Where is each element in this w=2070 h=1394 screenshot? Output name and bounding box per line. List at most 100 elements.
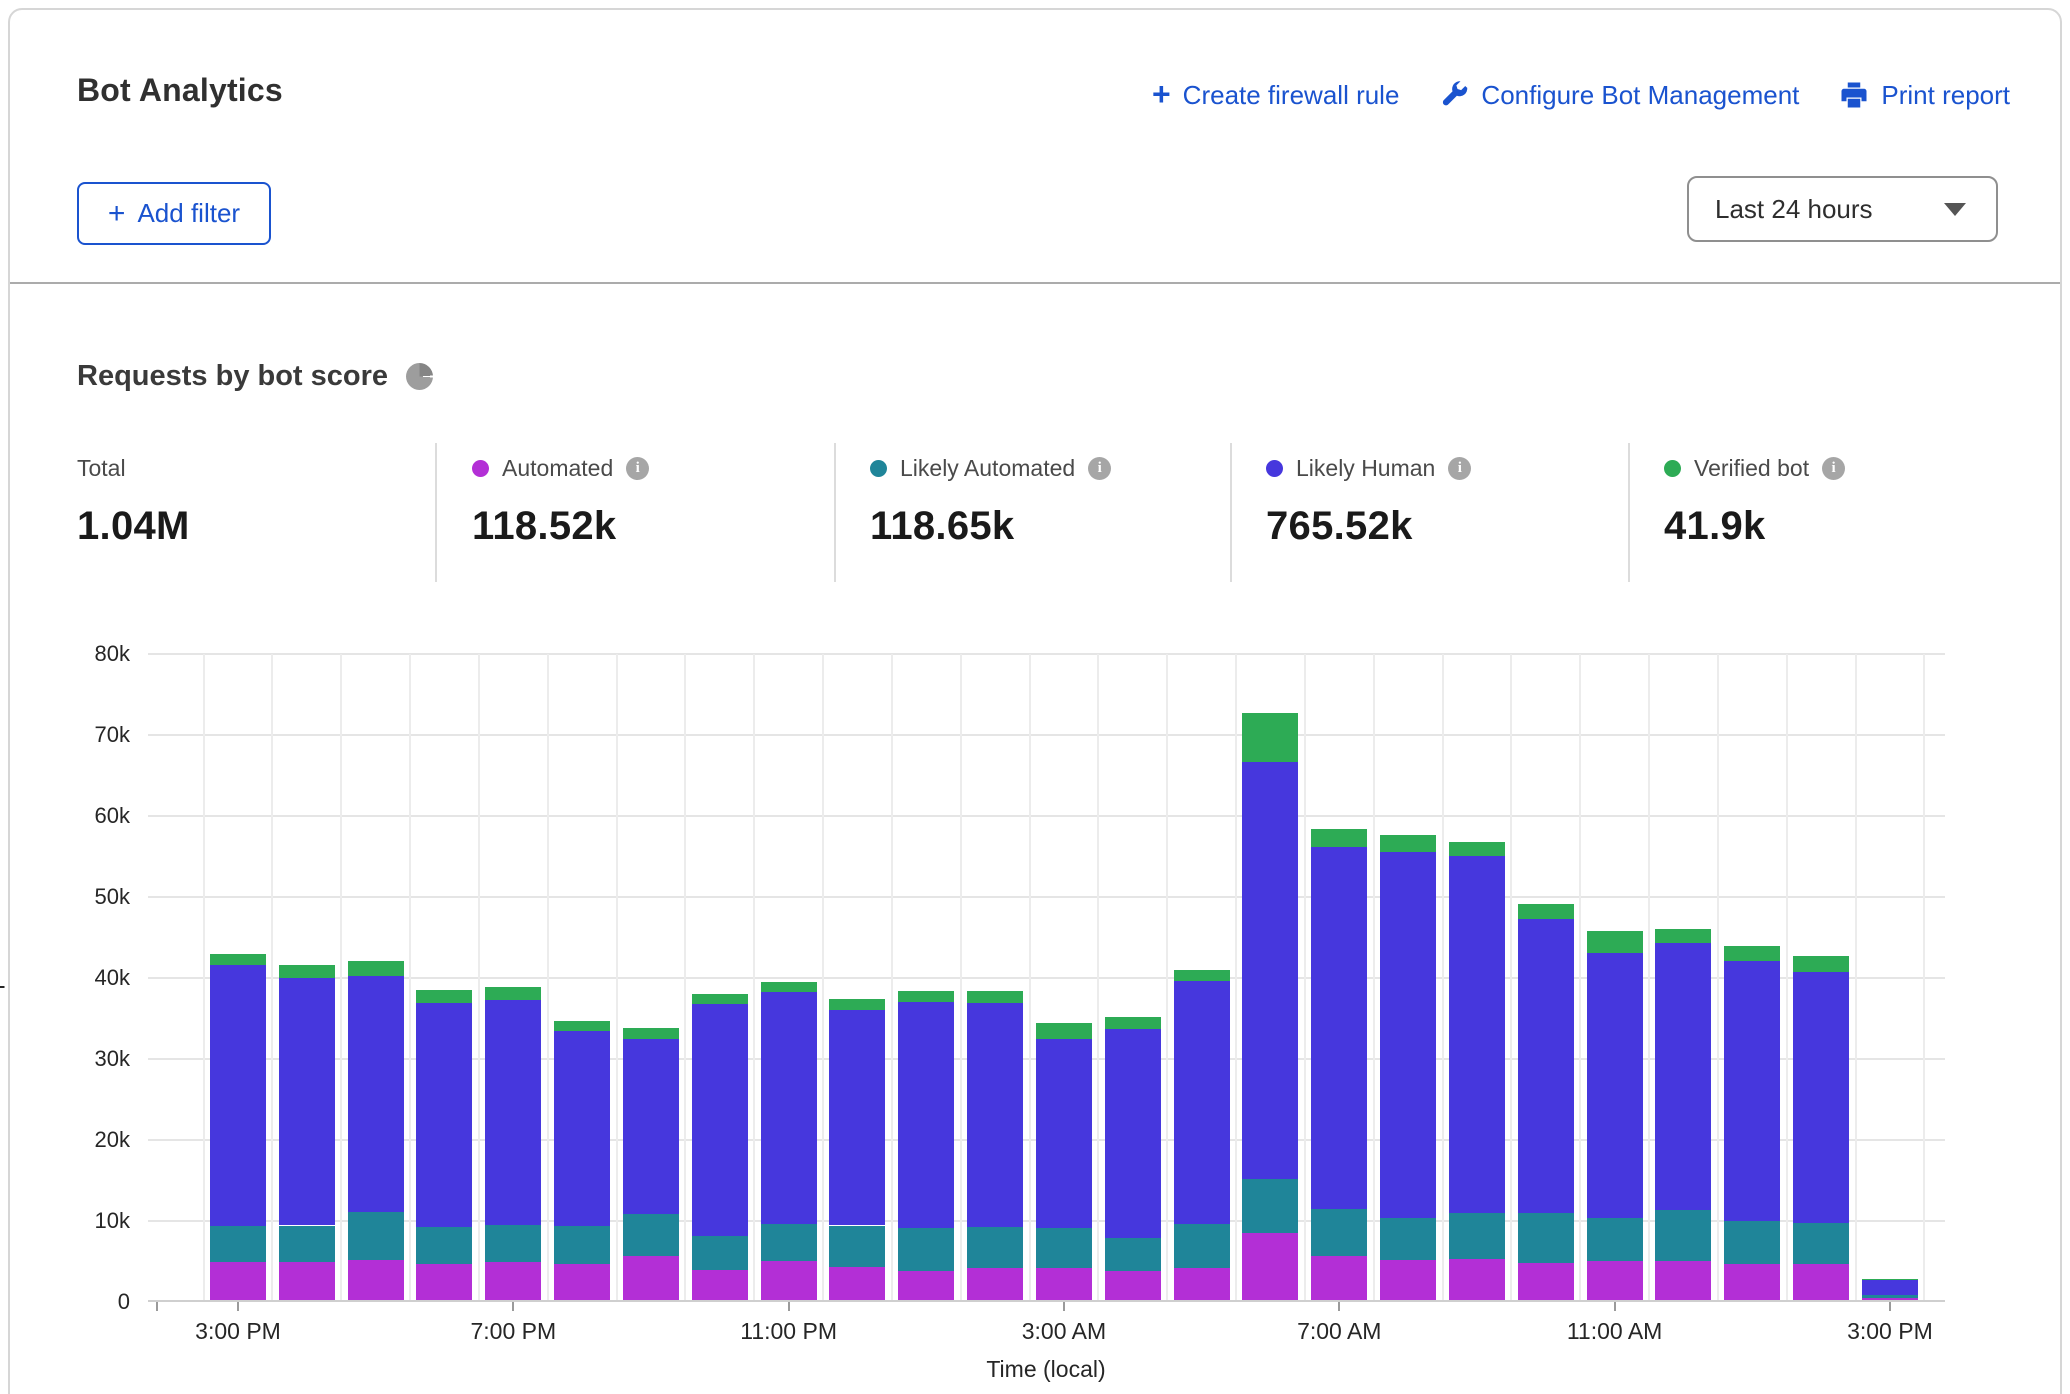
info-icon[interactable]: i — [1822, 457, 1845, 480]
action-create-firewall-rule[interactable]: +Create firewall rule — [1152, 78, 1399, 112]
bar-segment-verified-bot — [210, 954, 266, 965]
y-tick-label: 70k — [40, 722, 130, 748]
bar-segment-verified-bot — [1105, 1017, 1161, 1029]
bar-segment-verified-bot — [623, 1028, 679, 1039]
bar-segment-likely-automated — [1105, 1238, 1161, 1271]
legend-dot — [870, 460, 887, 477]
gridline — [271, 654, 273, 1300]
action-label: Print report — [1881, 80, 2010, 111]
stacked-bar — [1242, 652, 1298, 1300]
bar-segment-likely-automated — [1242, 1179, 1298, 1233]
bar-segment-likely-human — [1242, 762, 1298, 1178]
bar-segment-automated — [210, 1262, 266, 1300]
chevron-down-icon — [1944, 203, 1966, 216]
bar-segment-likely-human — [485, 1000, 541, 1224]
bar-segment-automated — [1105, 1271, 1161, 1300]
chart-plot-area — [148, 654, 1945, 1302]
stacked-bar — [1036, 652, 1092, 1300]
add-filter-button[interactable]: + Add filter — [77, 182, 271, 245]
action-configure-bot-management[interactable]: Configure Bot Management — [1439, 80, 1799, 111]
section-title: Requests by bot score — [77, 360, 388, 393]
bar-segment-verified-bot — [967, 991, 1023, 1002]
stats-row: Total1.04MAutomatedi118.52kLikely Automa… — [0, 443, 2070, 583]
bar-segment-automated — [898, 1271, 954, 1300]
stacked-bar — [554, 652, 610, 1300]
bar-segment-likely-automated — [829, 1226, 885, 1267]
section-title-row: Requests by bot score — [77, 360, 433, 393]
bar-segment-likely-automated — [1518, 1213, 1574, 1263]
bar-segment-likely-human — [967, 1003, 1023, 1227]
bar-segment-verified-bot — [1724, 946, 1780, 961]
add-filter-label: Add filter — [137, 198, 240, 229]
stacked-bar — [1518, 652, 1574, 1300]
page-title: Bot Analytics — [77, 72, 283, 109]
time-range-select[interactable]: Last 24 hours — [1687, 176, 1998, 242]
bar-segment-automated — [692, 1270, 748, 1300]
bar-segment-verified-bot — [1174, 970, 1230, 981]
x-tick-label: 11:00 AM — [1545, 1318, 1685, 1345]
stat-label: Automated — [502, 455, 613, 482]
bar-segment-verified-bot — [1518, 904, 1574, 919]
gridline — [1029, 654, 1031, 1300]
bar-segment-likely-human — [898, 1002, 954, 1228]
bar-segment-likely-human — [416, 1003, 472, 1227]
bar-segment-likely-automated — [1449, 1213, 1505, 1259]
bar-segment-automated — [1449, 1259, 1505, 1300]
stat-value: 118.65k — [870, 504, 1111, 549]
bar-segment-verified-bot — [1587, 931, 1643, 954]
info-icon[interactable]: i — [1088, 457, 1111, 480]
bar-segment-likely-human — [348, 976, 404, 1212]
bar-segment-likely-automated — [348, 1212, 404, 1260]
stacked-bar — [416, 652, 472, 1300]
wrench-icon — [1439, 80, 1469, 110]
legend-dot — [472, 460, 489, 477]
stacked-bar — [1793, 652, 1849, 1300]
stacked-bar — [1311, 652, 1367, 1300]
stacked-bar — [967, 652, 1023, 1300]
action-print-report[interactable]: Print report — [1839, 80, 2010, 111]
axis-tick — [1338, 1302, 1340, 1311]
bar-segment-likely-automated — [1174, 1224, 1230, 1269]
bar-segment-likely-automated — [761, 1224, 817, 1261]
bar-segment-verified-bot — [1793, 956, 1849, 972]
bar-segment-likely-human — [1862, 1280, 1918, 1295]
legend-dot — [1266, 460, 1283, 477]
stacked-bar — [210, 652, 266, 1300]
bar-segment-verified-bot — [1449, 842, 1505, 857]
gridline — [1304, 654, 1306, 1300]
bar-segment-likely-automated — [1311, 1209, 1367, 1256]
stacked-bar — [348, 652, 404, 1300]
stat-label: Verified bot — [1694, 455, 1809, 482]
stacked-bar — [1174, 652, 1230, 1300]
info-icon[interactable]: i — [626, 457, 649, 480]
y-tick-label: 80k — [40, 641, 130, 667]
bar-segment-likely-automated — [1655, 1210, 1711, 1261]
x-tick-label: 7:00 PM — [443, 1318, 583, 1345]
stacked-bar — [898, 652, 954, 1300]
info-icon[interactable]: i — [1448, 457, 1471, 480]
bar-segment-likely-automated — [1724, 1221, 1780, 1263]
bar-segment-automated — [348, 1260, 404, 1301]
gridline — [891, 654, 893, 1300]
bar-segment-likely-human — [1174, 981, 1230, 1224]
stat-automated: Automatedi118.52k — [472, 455, 649, 549]
gridline — [1442, 654, 1444, 1300]
gridline — [1235, 654, 1237, 1300]
y-tick-label: 60k — [40, 803, 130, 829]
section-divider — [10, 282, 2060, 284]
bar-segment-automated — [416, 1264, 472, 1300]
bar-segment-likely-human — [1449, 856, 1505, 1212]
gridline — [478, 654, 480, 1300]
stacked-bar — [1449, 652, 1505, 1300]
printer-icon — [1839, 80, 1869, 110]
plus-icon: + — [108, 199, 126, 229]
bar-segment-automated — [1380, 1260, 1436, 1301]
gridline — [684, 654, 686, 1300]
bar-segment-automated — [485, 1262, 541, 1300]
bar-segment-automated — [1174, 1268, 1230, 1300]
stat-divider — [1628, 443, 1630, 582]
bar-segment-likely-automated — [967, 1227, 1023, 1268]
gridline — [1786, 654, 1788, 1300]
stat-label: Likely Human — [1296, 455, 1435, 482]
gridline — [409, 654, 411, 1300]
